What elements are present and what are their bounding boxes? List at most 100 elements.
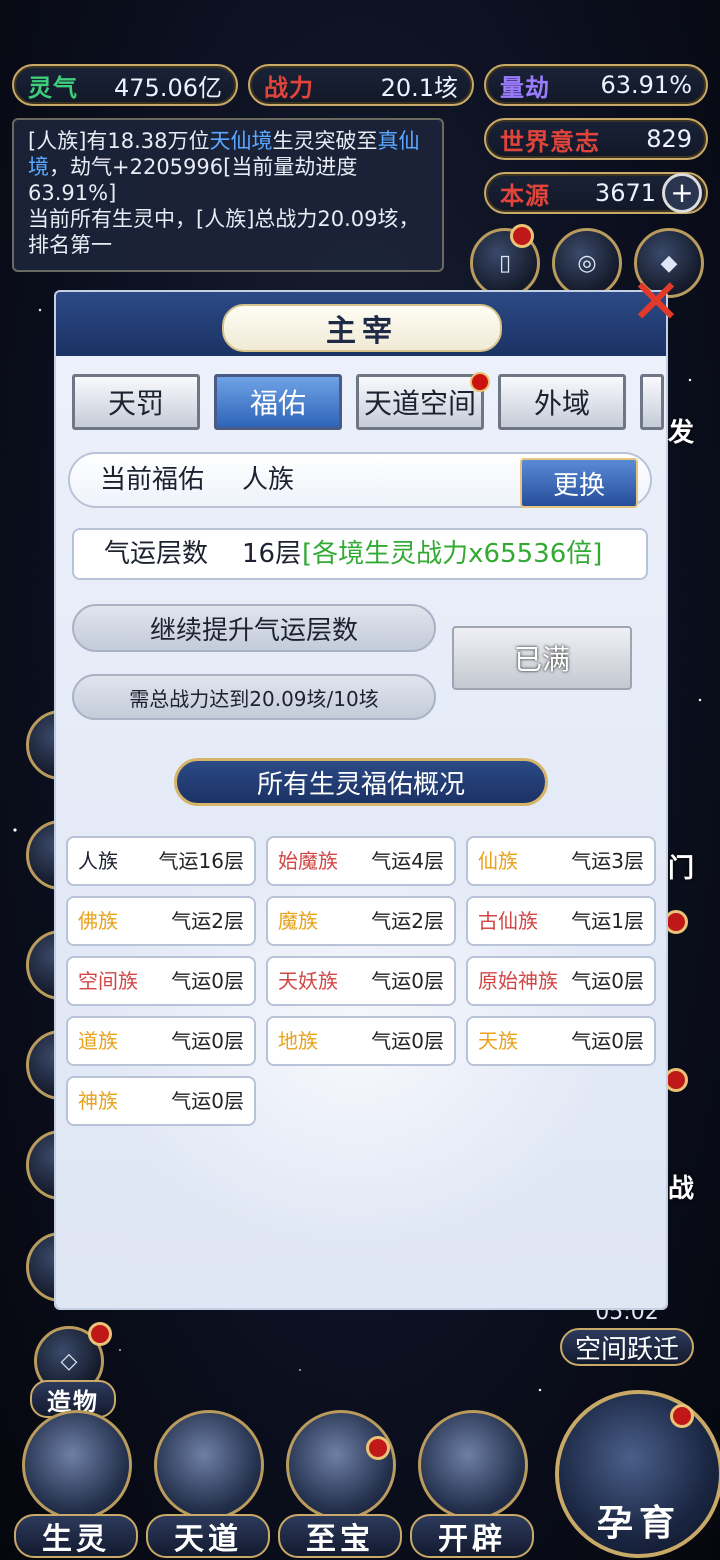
add-benyuan-button[interactable]: + <box>662 173 702 213</box>
panel-title: 主宰 <box>222 304 502 352</box>
news-realm-from: 天仙境 <box>209 129 273 153</box>
race-name: 原始神族 <box>478 969 558 993</box>
race-card[interactable]: 古仙族 气运1层 <box>466 896 656 946</box>
notification-dot <box>664 1068 688 1092</box>
race-card[interactable]: 神族 气运0层 <box>66 1076 256 1126</box>
news-text: ，劫气+2205996[当前量劫进度63.91%] <box>28 155 358 205</box>
race-name: 始魔族 <box>278 849 338 873</box>
news-ranking-text: 当前所有生灵中，[人族]总战力20.09垓，排名第一 <box>28 207 420 257</box>
race-luck: 气运2层 <box>171 909 244 933</box>
lingqi-label: 灵气 <box>28 73 78 102</box>
change-button[interactable]: 更换 <box>520 458 638 508</box>
race-luck: 气运0层 <box>171 969 244 993</box>
tab-tianfa[interactable]: 天罚 <box>72 374 200 430</box>
notification-dot <box>88 1322 112 1346</box>
tab-fuyou[interactable]: 福佑 <box>214 374 342 430</box>
luck-label: 气运层数 <box>104 539 209 569</box>
race-name: 道族 <box>78 1029 118 1053</box>
race-card[interactable]: 魔族 气运2层 <box>266 896 456 946</box>
race-luck: 气运0层 <box>571 969 644 993</box>
dominator-panel: 主宰 天罚 福佑 天道空间 外域 当前福佑 人族 更换 气运层数 16层 [各境… <box>56 292 666 1308</box>
liangjie-label: 量劫 <box>500 73 550 102</box>
notification-dot <box>510 224 534 248</box>
nav-label: 开辟 <box>410 1514 534 1558</box>
race-luck: 气运0层 <box>171 1089 244 1113</box>
zhanli-label: 战力 <box>264 73 314 102</box>
shijie-value: 829 <box>646 125 692 153</box>
lingqi-value: 475.06亿 <box>114 73 222 102</box>
notification-dot <box>664 910 688 934</box>
resource-liangjie[interactable]: 量劫 63.91% <box>484 64 708 106</box>
section-title: 所有生灵福佑概况 <box>174 758 548 806</box>
tab-more[interactable] <box>640 374 664 430</box>
race-card[interactable]: 仙族 气运3层 <box>466 836 656 886</box>
upgrade-luck-button[interactable]: 继续提升气运层数 <box>72 604 436 652</box>
race-luck: 气运16层 <box>158 849 244 873</box>
race-luck: 气运0层 <box>371 969 444 993</box>
race-name: 天妖族 <box>278 969 338 993</box>
tab-waiyu[interactable]: 外域 <box>498 374 626 430</box>
race-luck: 气运0层 <box>171 1029 244 1053</box>
nav-tiandao[interactable]: 天道 <box>146 1410 270 1560</box>
current-blessing-label: 当前福佑 <box>100 465 205 495</box>
benyuan-value: 3671 <box>594 179 656 207</box>
race-name: 古仙族 <box>478 909 538 933</box>
nav-kaipi[interactable]: 开辟 <box>410 1410 534 1560</box>
race-name: 空间族 <box>78 969 138 993</box>
tab-tiandao-space[interactable]: 天道空间 <box>356 374 484 430</box>
shijie-label: 世界意志 <box>500 127 600 156</box>
space-jump-button[interactable]: 空间跃迁 <box>560 1328 694 1366</box>
yunyu-label: 孕育 <box>596 1503 681 1544</box>
nav-label: 天道 <box>146 1514 270 1558</box>
race-name: 仙族 <box>478 849 518 873</box>
side-label-fa[interactable]: 发 <box>668 412 694 449</box>
requirement-text: 需总战力达到20.09垓/10垓 <box>72 674 436 720</box>
current-blessing-value: 人族 <box>242 465 295 495</box>
flame-emblem-icon <box>418 1410 528 1520</box>
yunyu-button[interactable]: 孕育 <box>555 1390 720 1558</box>
current-blessing-row: 当前福佑 人族 更换 <box>68 452 652 508</box>
resource-shijie[interactable]: 世界意志 829 <box>484 118 708 160</box>
benyuan-label: 本源 <box>500 181 550 210</box>
race-luck: 气运2层 <box>371 909 444 933</box>
race-luck: 气运4层 <box>371 849 444 873</box>
luck-value: 16层 <box>242 539 302 569</box>
race-name: 魔族 <box>278 909 318 933</box>
swirl-emblem-icon <box>154 1410 264 1520</box>
race-card[interactable]: 道族 气运0层 <box>66 1016 256 1066</box>
nav-zhibao[interactable]: 至宝 <box>278 1410 402 1560</box>
resource-benyuan[interactable]: 本源 3671 + <box>484 172 708 214</box>
liangjie-value: 63.91% <box>600 71 692 99</box>
race-name: 天族 <box>478 1029 518 1053</box>
race-card[interactable]: 始魔族 气运4层 <box>266 836 456 886</box>
luck-effect: [各境生灵战力x65536倍] <box>302 539 603 569</box>
race-name: 佛族 <box>78 909 118 933</box>
luck-level-row: 气运层数 16层 [各境生灵战力x65536倍] <box>72 528 648 580</box>
race-card[interactable]: 原始神族 气运0层 <box>466 956 656 1006</box>
race-card[interactable]: 人族 气运16层 <box>66 836 256 886</box>
nav-label: 生灵 <box>14 1514 138 1558</box>
race-card[interactable]: 天妖族 气运0层 <box>266 956 456 1006</box>
race-luck: 气运1层 <box>571 909 644 933</box>
race-luck: 气运0层 <box>371 1029 444 1053</box>
resource-lingqi[interactable]: 灵气 475.06亿 <box>12 64 238 106</box>
race-card[interactable]: 天族 气运0层 <box>466 1016 656 1066</box>
race-card[interactable]: 空间族 气运0层 <box>66 956 256 1006</box>
notification-dot <box>366 1436 390 1460</box>
close-icon[interactable]: ✕ <box>624 270 688 334</box>
full-button: 已满 <box>452 626 632 690</box>
notification-dot <box>470 372 490 392</box>
race-luck: 气运0层 <box>571 1029 644 1053</box>
race-name: 人族 <box>78 849 118 873</box>
resource-zhanli[interactable]: 战力 20.1垓 <box>248 64 474 106</box>
side-label-men[interactable]: 门 <box>668 848 694 885</box>
zhanli-value: 20.1垓 <box>380 73 458 102</box>
side-label-zhan[interactable]: 战 <box>668 1168 694 1205</box>
nav-label: 至宝 <box>278 1514 402 1558</box>
race-card[interactable]: 佛族 气运2层 <box>66 896 256 946</box>
nav-shengling[interactable]: 生灵 <box>14 1410 138 1560</box>
news-text: 生灵突破至 <box>272 129 378 153</box>
gate-icon[interactable]: ◎ <box>552 228 622 298</box>
race-card[interactable]: 地族 气运0层 <box>266 1016 456 1066</box>
race-name: 神族 <box>78 1089 118 1113</box>
